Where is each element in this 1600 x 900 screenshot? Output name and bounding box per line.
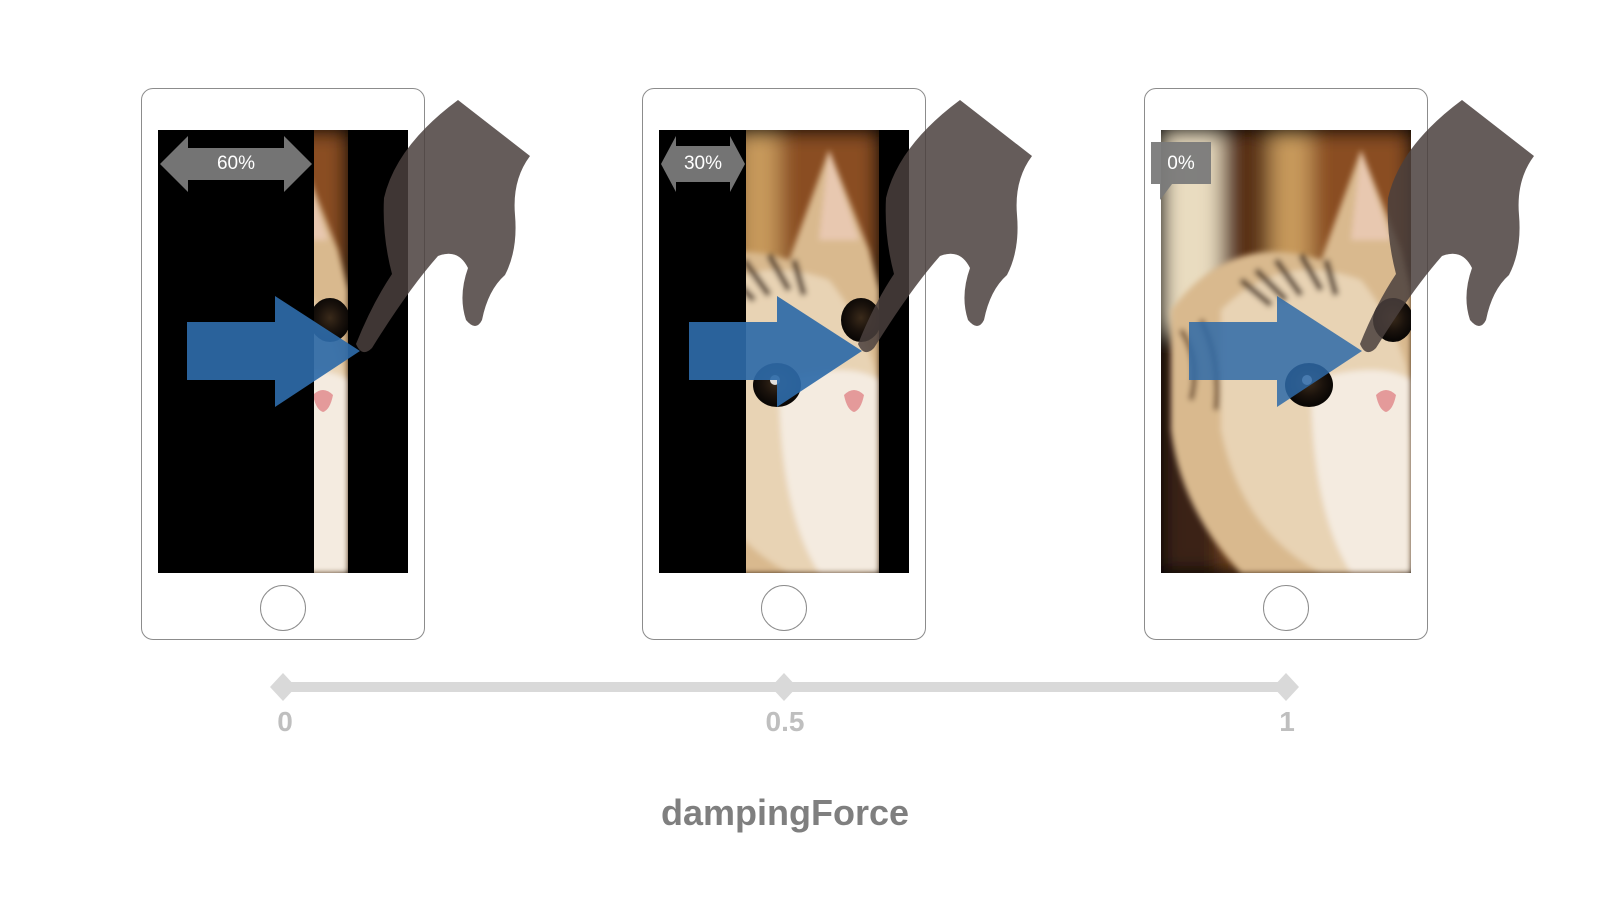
home-button-1 (260, 585, 306, 631)
axis-tick-1 (1273, 673, 1299, 701)
phone-screen-1 (158, 130, 408, 573)
panel-2-percent-label: 30% (683, 153, 723, 174)
panel-1-percent-label: 60% (216, 153, 256, 174)
axis-title: dampingForce (660, 792, 910, 833)
tick-label-0: 0 (277, 706, 293, 737)
axis-line (283, 682, 1287, 692)
panel-3-percent-label: 0% (1167, 153, 1195, 174)
axis-tick-0.5 (771, 673, 797, 701)
phone-screen-3 (1161, 130, 1411, 573)
home-button-3 (1263, 585, 1309, 631)
tick-label-1: 1 (1279, 706, 1295, 737)
cat-photo-1 (314, 130, 408, 573)
phone-screen-2 (659, 130, 909, 573)
smartphone-frame-1 (141, 88, 425, 640)
damping-axis (270, 673, 1299, 701)
cat-photo-3 (1161, 130, 1411, 573)
axis-tick-0 (270, 673, 296, 701)
tick-label-0.5: 0.5 (765, 706, 805, 737)
cat-photo-2 (746, 130, 909, 573)
home-button-2 (761, 585, 807, 631)
